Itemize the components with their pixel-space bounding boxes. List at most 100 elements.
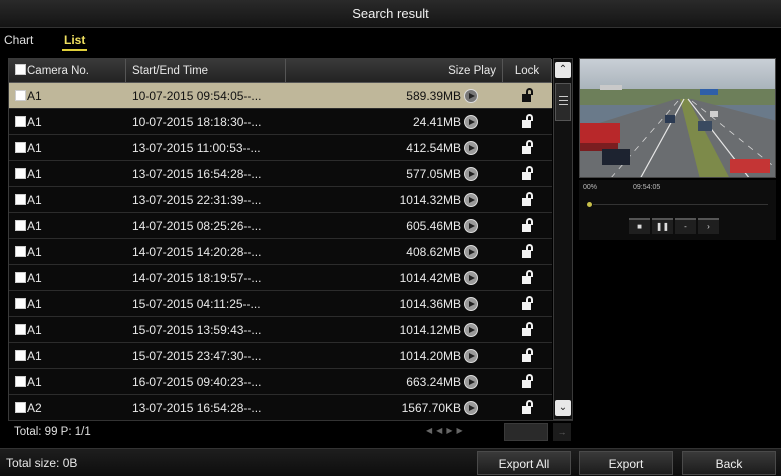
lock-toggle[interactable] [503, 291, 552, 317]
tab-chart[interactable]: Chart [4, 33, 33, 47]
first-page-icon[interactable]: ◀ [426, 426, 432, 435]
row-checkbox[interactable] [15, 220, 26, 231]
table-row[interactable]: A1 13-07-2015 11:00:53--... 412.54MB [9, 135, 552, 161]
scroll-up-button[interactable]: ⌃ [555, 62, 571, 78]
table-row[interactable]: A1 14-07-2015 14:20:28--... 408.62MB [9, 239, 552, 265]
row-checkbox[interactable] [15, 116, 26, 127]
slow-button[interactable]: - [675, 218, 696, 234]
pause-button[interactable]: ❚❚ [652, 218, 673, 234]
stop-icon: ■ [637, 222, 642, 231]
table-scrollbar[interactable]: ⌃ ⌄ [553, 58, 573, 420]
table-row[interactable]: A1 15-07-2015 04:11:25--... 1014.36MB [9, 291, 552, 317]
play-button[interactable] [464, 187, 482, 213]
total-size-text: Total size: 0B [6, 456, 78, 470]
camera-cell: A1 [15, 161, 115, 187]
play-button[interactable] [464, 369, 482, 395]
play-button[interactable] [464, 83, 482, 109]
row-checkbox[interactable] [15, 168, 26, 179]
row-checkbox[interactable] [15, 376, 26, 387]
lock-toggle[interactable] [503, 187, 552, 213]
lock-toggle[interactable] [503, 239, 552, 265]
camera-cell: A1 [15, 83, 115, 109]
table-row[interactable]: A1 10-07-2015 18:18:30--... 24.41MB [9, 109, 552, 135]
row-checkbox[interactable] [15, 90, 26, 101]
table-row[interactable]: A1 10-07-2015 09:54:05--... 589.39MB [9, 83, 552, 109]
stop-button[interactable]: ■ [629, 218, 650, 234]
table-row[interactable]: A2 13-07-2015 16:54:28--... 1567.70KB [9, 395, 552, 421]
row-checkbox[interactable] [15, 350, 26, 361]
table-row[interactable]: A1 13-07-2015 16:54:28--... 577.05MB [9, 161, 552, 187]
start-end-time: 14-07-2015 08:25:26--... [132, 219, 262, 233]
row-checkbox[interactable] [15, 246, 26, 257]
row-checkbox[interactable] [15, 324, 26, 335]
play-circle-icon [464, 89, 478, 103]
header-lock[interactable]: Lock [503, 59, 552, 83]
camera-cell: A1 [15, 291, 115, 317]
play-circle-icon [464, 245, 478, 259]
table-row[interactable]: A1 15-07-2015 13:59:43--... 1014.12MB [9, 317, 552, 343]
header-start-end-time[interactable]: Start/End Time [126, 59, 286, 83]
progress-track[interactable] [593, 204, 768, 205]
start-end-time: 15-07-2015 23:47:30--... [132, 349, 262, 363]
play-button[interactable] [464, 109, 482, 135]
fast-button[interactable]: › [698, 218, 719, 234]
row-checkbox[interactable] [15, 402, 26, 413]
header-size-play[interactable]: Size Play [286, 59, 503, 83]
header-camera-no[interactable]: Camera No. [9, 59, 126, 83]
lock-toggle[interactable] [503, 83, 552, 109]
export-button[interactable]: Export [579, 451, 673, 475]
table-row[interactable]: A1 15-07-2015 23:47:30--... 1014.20MB [9, 343, 552, 369]
play-button[interactable] [464, 161, 482, 187]
unlock-icon [521, 374, 534, 388]
camera-cell: A1 [15, 135, 115, 161]
camera-cell: A1 [15, 369, 115, 395]
table-body: A1 10-07-2015 09:54:05--... 589.39MB A1 10-0… [9, 83, 552, 421]
camera-no: A1 [27, 297, 42, 311]
lock-toggle[interactable] [503, 265, 552, 291]
play-circle-icon [464, 323, 478, 337]
export-all-button[interactable]: Export All [477, 451, 571, 475]
lock-toggle[interactable] [503, 395, 552, 421]
play-button[interactable] [464, 395, 482, 421]
select-all-checkbox[interactable] [15, 64, 26, 75]
row-checkbox[interactable] [15, 298, 26, 309]
play-button[interactable] [464, 317, 482, 343]
row-checkbox[interactable] [15, 194, 26, 205]
lock-toggle[interactable] [503, 161, 552, 187]
lock-toggle[interactable] [503, 369, 552, 395]
lock-toggle[interactable] [503, 109, 552, 135]
lock-toggle[interactable] [503, 343, 552, 369]
play-button[interactable] [464, 239, 482, 265]
play-button[interactable] [464, 265, 482, 291]
progress-indicator[interactable] [587, 202, 592, 207]
start-end-time: 14-07-2015 18:19:57--... [132, 271, 262, 285]
back-button[interactable]: Back [682, 451, 776, 475]
scroll-thumb[interactable] [555, 83, 571, 121]
tab-list[interactable]: List [61, 33, 88, 51]
play-button[interactable] [464, 213, 482, 239]
go-page-button[interactable]: → [553, 423, 571, 441]
page-number-input[interactable] [504, 423, 548, 441]
row-checkbox[interactable] [15, 142, 26, 153]
table-row[interactable]: A1 13-07-2015 22:31:39--... 1014.32MB [9, 187, 552, 213]
lock-toggle[interactable] [503, 317, 552, 343]
video-preview[interactable] [579, 58, 776, 178]
page-nav: ◀ ◀ ▶ ▶ [426, 426, 463, 435]
scroll-down-button[interactable]: ⌄ [555, 400, 571, 416]
prev-page-icon[interactable]: ◀ [436, 426, 442, 435]
row-checkbox[interactable] [15, 272, 26, 283]
table-row[interactable]: A1 16-07-2015 09:40:23--... 663.24MB [9, 369, 552, 395]
play-button[interactable] [464, 135, 482, 161]
start-end-time: 16-07-2015 09:40:23--... [132, 375, 262, 389]
unlock-icon [521, 88, 534, 102]
camera-cell: A1 [15, 343, 115, 369]
lock-toggle[interactable] [503, 135, 552, 161]
search-result-table: Camera No. Start/End Time Size Play Lock… [8, 58, 552, 421]
table-row[interactable]: A1 14-07-2015 08:25:26--... 605.46MB [9, 213, 552, 239]
lock-toggle[interactable] [503, 213, 552, 239]
play-button[interactable] [464, 343, 482, 369]
last-page-icon[interactable]: ▶ [456, 426, 462, 435]
table-row[interactable]: A1 14-07-2015 18:19:57--... 1014.42MB [9, 265, 552, 291]
next-page-icon[interactable]: ▶ [446, 426, 452, 435]
play-button[interactable] [464, 291, 482, 317]
